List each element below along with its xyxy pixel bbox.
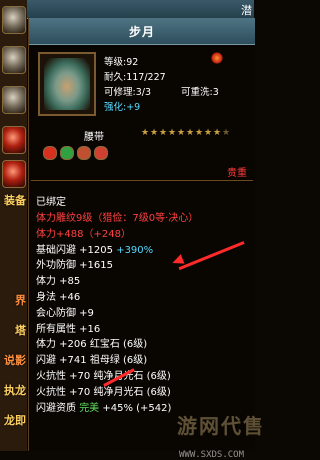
socket-orange-icon: [77, 146, 91, 160]
amulet-slot[interactable]: [2, 160, 26, 188]
property-part: 闪避 +741 祖母绿 (6级): [36, 355, 148, 367]
property-line: 基础闪避 +1205 +390%: [36, 241, 153, 256]
weapon-slot[interactable]: [2, 126, 26, 154]
side-tab-4[interactable]: 执龙: [0, 382, 27, 398]
enhance-value: +9: [126, 102, 141, 113]
property-part: 体力 +206 红宝石 (6级): [36, 339, 148, 351]
property-line: 体力 +206 红宝石 (6级): [36, 335, 147, 350]
star-icon: ★: [186, 128, 195, 138]
annotation-arrow: [178, 241, 245, 271]
item-tooltip: 步月 等级:92 耐久:117/227 可修理:3/3 可重洗:3 强化:+9 …: [28, 18, 263, 460]
star-icon: ★: [150, 128, 159, 138]
watermark-url: WWW.SXDS.COM: [179, 450, 245, 460]
equipment-slot-strip: 装备 界 塔 说影 执龙 龙即: [0, 0, 27, 451]
side-tab-2[interactable]: 塔: [0, 322, 27, 338]
property-part: 所有属性 +16: [36, 323, 101, 335]
property-line: 火抗性 +70 纯净月光石 (6级): [36, 367, 171, 382]
property-part: 火抗性 +70 纯净月光石 (6级): [36, 371, 171, 382]
item-rewash: 可重洗:3: [181, 87, 219, 98]
property-part: 体力 +85: [36, 276, 81, 288]
property-part: +45% (+542): [99, 402, 172, 414]
top-bar: 潜: [27, 0, 254, 19]
property-part: 会心防御 +9: [36, 307, 94, 319]
property-line: 体力 +85: [36, 272, 80, 287]
property-part: 身法 +46: [36, 292, 81, 303]
rarity-label: 贵重: [227, 168, 247, 179]
ring-slot-1[interactable]: [2, 46, 26, 74]
gem-icon: [211, 52, 223, 64]
star-icon: ★: [177, 128, 186, 138]
divider: [31, 180, 253, 181]
star-icon: ★: [195, 128, 204, 138]
item-type: 腰带: [84, 132, 104, 143]
side-tab-3[interactable]: 说影: [0, 352, 27, 368]
bind-status: 已绑定: [36, 197, 66, 208]
item-icon-frame: [38, 52, 96, 116]
star-icon: ★: [213, 128, 222, 138]
tooltip-title-bar: 步月: [29, 18, 255, 45]
ring-slot-2[interactable]: [2, 86, 26, 114]
property-part: 火抗性 +70 纯净月光石 (6级): [36, 386, 171, 398]
socket-red-icon-2: [94, 146, 108, 160]
property-line: 闪避资质 完美 +45% (+542): [36, 399, 171, 414]
item-level: 等级:92: [104, 57, 139, 68]
item-name: 步月: [128, 25, 155, 39]
socket-red-icon: [43, 146, 57, 160]
star-icon: ★: [141, 128, 150, 138]
property-line: 闪避 +741 祖母绿 (6级): [36, 351, 147, 366]
property-line: 会心防御 +9: [36, 304, 94, 319]
item-enhance: 强化:+9: [104, 99, 140, 113]
star-icon: ★: [159, 128, 168, 138]
star-icon: ★: [168, 128, 177, 138]
belt-icon: [44, 58, 90, 110]
star-icon: ★: [204, 128, 213, 138]
item-durability: 耐久:117/227: [104, 72, 166, 83]
side-tab-5[interactable]: 龙即: [0, 412, 27, 428]
property-part: 闪避资质: [36, 402, 80, 414]
property-part: 基础闪避 +1205: [36, 244, 117, 256]
property-line: 体力雕纹9级（猎俭：7级0等·决心）: [36, 213, 199, 224]
property-line: 外功防御 +1615: [36, 256, 113, 271]
property-line: 身法 +46: [36, 288, 80, 303]
top-right-label[interactable]: 潜: [241, 2, 252, 18]
property-line: 体力+488（+248）: [36, 228, 131, 240]
item-repair: 可修理:3/3: [104, 87, 151, 98]
watermark: 游网代售: [177, 414, 265, 438]
property-part: 完美: [79, 402, 100, 414]
enhance-label: 强化:: [104, 102, 127, 113]
star-icon: ★: [222, 128, 231, 138]
side-tab-1[interactable]: 界: [0, 292, 27, 308]
side-tab-equipment[interactable]: 装备: [0, 192, 27, 208]
property-part: 外功防御 +1615: [36, 260, 114, 272]
socket-green-icon: [60, 146, 74, 160]
boots-slot[interactable]: [2, 6, 26, 34]
property-line: 所有属性 +16: [36, 320, 100, 335]
property-part: +390%: [116, 244, 154, 256]
